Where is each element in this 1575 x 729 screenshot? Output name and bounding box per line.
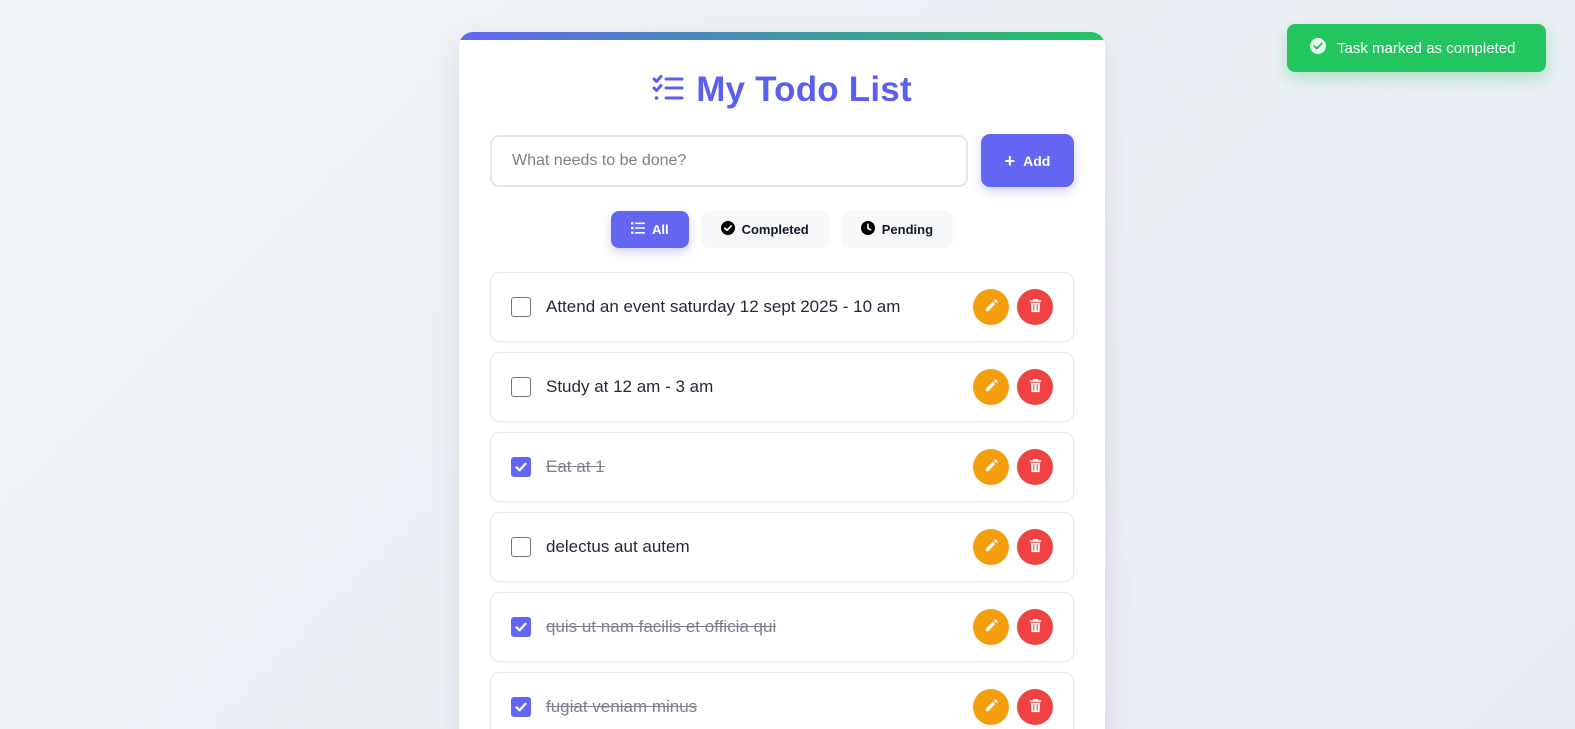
- todo-checkbox[interactable]: [511, 377, 531, 397]
- header: My Todo List: [459, 70, 1105, 109]
- delete-button[interactable]: [1017, 689, 1053, 725]
- trash-icon: [1028, 618, 1043, 636]
- clock-icon: [860, 221, 875, 238]
- edit-button[interactable]: [973, 369, 1009, 405]
- todo-item: Study at 12 am - 3 am: [490, 352, 1074, 422]
- todo-item: quis ut nam facilis et officia qui: [490, 592, 1074, 662]
- edit-button[interactable]: [973, 609, 1009, 645]
- edit-button[interactable]: [973, 529, 1009, 565]
- pencil-icon: [984, 458, 999, 476]
- add-task-form: + Add: [490, 134, 1074, 187]
- edit-button[interactable]: [973, 449, 1009, 485]
- trash-icon: [1028, 378, 1043, 396]
- todo-text: Eat at 1: [546, 457, 605, 476]
- todo-checkbox[interactable]: [511, 457, 531, 477]
- filter-pending-button[interactable]: Pending: [840, 211, 954, 248]
- delete-button[interactable]: [1017, 529, 1053, 565]
- edit-button[interactable]: [973, 689, 1009, 725]
- todo-actions: [973, 529, 1053, 565]
- todo-checkbox[interactable]: [511, 537, 531, 557]
- filter-completed-label: Completed: [741, 222, 809, 237]
- todo-checkbox[interactable]: [511, 617, 531, 637]
- pencil-icon: [984, 618, 999, 636]
- card-accent-bar: [459, 32, 1105, 40]
- filter-all-label: All: [651, 222, 669, 237]
- filter-bar: All Completed Pending: [459, 211, 1105, 248]
- todo-card: My Todo List + Add All: [459, 32, 1105, 729]
- todo-text: Study at 12 am - 3 am: [546, 377, 714, 396]
- todo-text: delectus aut autem: [546, 537, 690, 556]
- trash-icon: [1028, 458, 1043, 476]
- todo-checkbox[interactable]: [511, 297, 531, 317]
- trash-icon: [1028, 298, 1043, 316]
- todo-item: delectus aut autem: [490, 512, 1074, 582]
- toast-message: Task marked as completed: [1337, 39, 1516, 57]
- check-circle-icon: [1309, 37, 1327, 59]
- todo-text: Attend an event saturday 12 sept 2025 - …: [546, 297, 901, 316]
- add-button[interactable]: + Add: [981, 134, 1074, 187]
- todo-item: fugiat veniam minus: [490, 672, 1074, 729]
- todo-actions: [973, 689, 1053, 725]
- todo-text: fugiat veniam minus: [546, 697, 698, 716]
- edit-button[interactable]: [973, 289, 1009, 325]
- todo-text: quis ut nam facilis et officia qui: [546, 617, 777, 636]
- delete-button[interactable]: [1017, 449, 1053, 485]
- delete-button[interactable]: [1017, 289, 1053, 325]
- delete-button[interactable]: [1017, 609, 1053, 645]
- list-icon: [630, 221, 645, 238]
- add-button-label: Add: [1023, 152, 1051, 169]
- todo-actions: [973, 369, 1053, 405]
- list-check-icon: [652, 74, 684, 107]
- toast-notification: Task marked as completed: [1287, 24, 1546, 72]
- pencil-icon: [984, 698, 999, 716]
- new-task-input[interactable]: [490, 134, 968, 187]
- todo-item: Eat at 1: [490, 432, 1074, 502]
- todo-checkbox[interactable]: [511, 697, 531, 717]
- filter-completed-button[interactable]: Completed: [700, 211, 829, 248]
- todo-list: Attend an event saturday 12 sept 2025 - …: [490, 272, 1074, 729]
- check-circle-icon: [720, 221, 735, 238]
- todo-actions: [973, 449, 1053, 485]
- pencil-icon: [984, 538, 999, 556]
- pencil-icon: [984, 378, 999, 396]
- todo-item: Attend an event saturday 12 sept 2025 - …: [490, 272, 1074, 342]
- todo-actions: [973, 289, 1053, 325]
- filter-all-button[interactable]: All: [610, 211, 689, 248]
- plus-icon: +: [1004, 150, 1016, 171]
- filter-pending-label: Pending: [881, 222, 934, 237]
- trash-icon: [1028, 698, 1043, 716]
- page-title: My Todo List: [696, 70, 912, 109]
- delete-button[interactable]: [1017, 369, 1053, 405]
- pencil-icon: [984, 298, 999, 316]
- todo-actions: [973, 609, 1053, 645]
- trash-icon: [1028, 538, 1043, 556]
